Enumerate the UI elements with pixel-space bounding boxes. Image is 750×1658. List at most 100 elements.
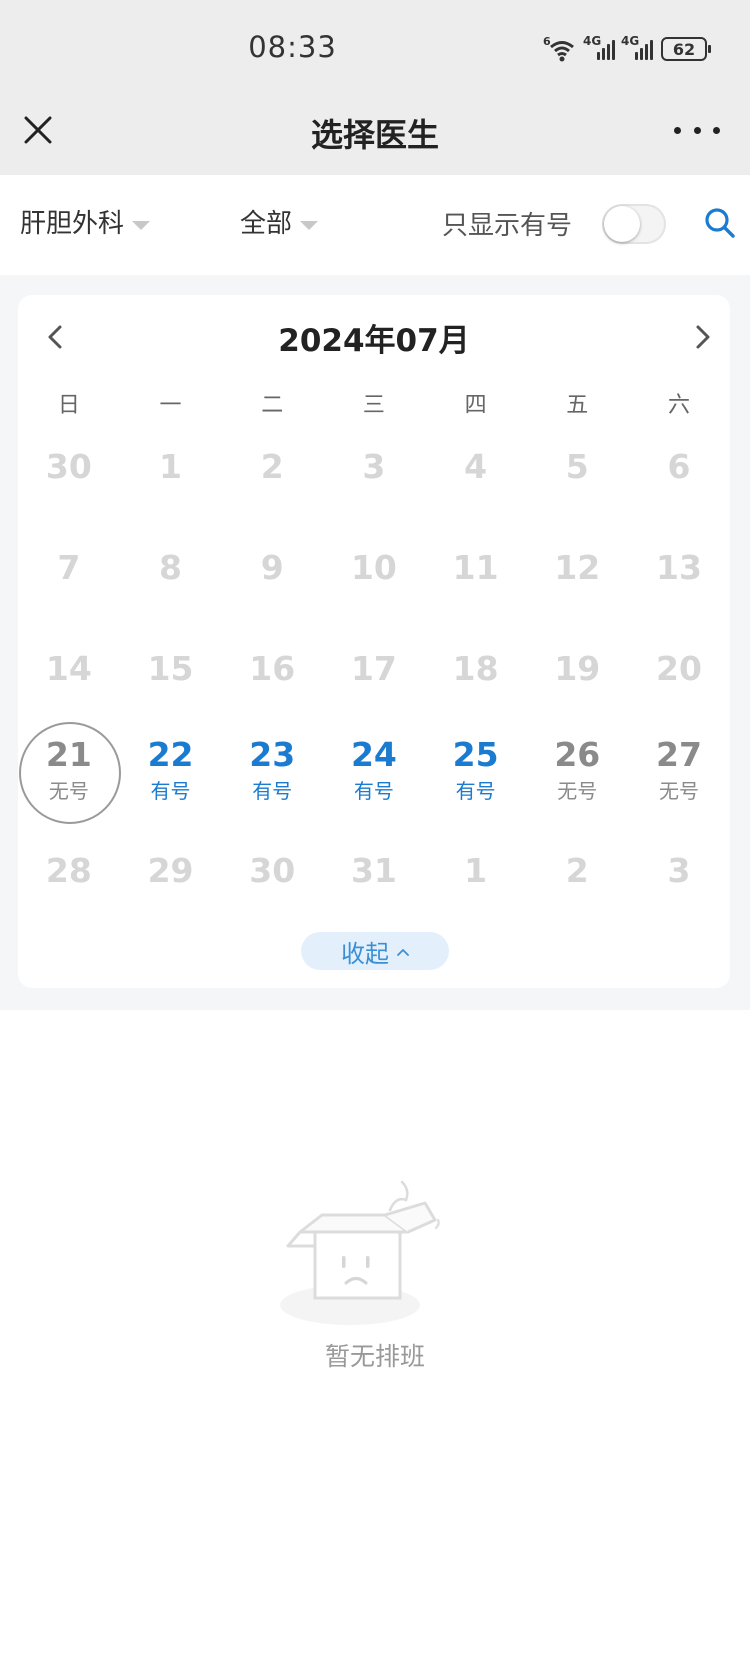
day-number: 2 bbox=[565, 851, 589, 891]
calendar-section: 2024年07月 日 一 二 三 四 五 六 30 1 2 3 4 5 6 7 … bbox=[0, 275, 750, 1010]
calendar-day: 8 bbox=[120, 518, 222, 619]
day-status: 无号 bbox=[48, 779, 89, 804]
collapse-button[interactable]: 收起 bbox=[301, 932, 449, 970]
day-number: 30 bbox=[249, 851, 296, 891]
calendar-day: 1 bbox=[425, 821, 527, 922]
day-number: 9 bbox=[260, 548, 284, 588]
day-number: 15 bbox=[147, 649, 194, 689]
calendar-day: 3 bbox=[628, 821, 730, 922]
day-number: 30 bbox=[45, 447, 92, 487]
calendar-day: 19 bbox=[526, 619, 628, 720]
calendar-day: 11 bbox=[425, 518, 527, 619]
status-time: 08:33 bbox=[248, 30, 337, 64]
weekday-sat: 六 bbox=[667, 393, 690, 418]
battery-icon: 62 bbox=[661, 37, 711, 61]
nav-bar: 选择医生 bbox=[0, 100, 750, 175]
weekday-tue: 二 bbox=[261, 393, 284, 418]
calendar-day: 15 bbox=[120, 619, 222, 720]
wifi-icon: 6 bbox=[543, 35, 574, 62]
weekday-fri: 五 bbox=[566, 393, 589, 418]
type-dropdown[interactable]: 全部 bbox=[240, 203, 319, 240]
weekday-mon: 一 bbox=[159, 393, 182, 418]
chevron-up-icon bbox=[397, 949, 409, 956]
day-number: 23 bbox=[249, 734, 296, 774]
day-number: 21 bbox=[45, 734, 92, 774]
next-month-icon[interactable] bbox=[688, 317, 718, 357]
calendar-day-available[interactable]: 23 有号 bbox=[221, 720, 323, 821]
day-number: 18 bbox=[452, 649, 499, 689]
signal-1-label: 4G bbox=[583, 34, 602, 48]
day-number: 25 bbox=[452, 734, 499, 774]
calendar-day-available[interactable]: 25 有号 bbox=[425, 720, 527, 821]
day-status: 无号 bbox=[658, 779, 699, 804]
battery-level: 62 bbox=[672, 39, 696, 59]
calendar-day: 1 bbox=[120, 417, 222, 518]
day-number: 12 bbox=[554, 548, 601, 588]
calendar-day: 2 bbox=[221, 417, 323, 518]
caret-down-icon bbox=[132, 221, 151, 230]
day-number: 26 bbox=[554, 734, 601, 774]
empty-state-text: 暂无排班 bbox=[324, 1342, 425, 1371]
day-number: 6 bbox=[667, 447, 691, 487]
calendar-day: 16 bbox=[221, 619, 323, 720]
page-title: 选择医生 bbox=[310, 116, 439, 154]
only-available-toggle[interactable] bbox=[602, 204, 666, 244]
calendar-day: 30 bbox=[221, 821, 323, 922]
day-number: 27 bbox=[656, 734, 702, 774]
calendar-day-available[interactable]: 24 有号 bbox=[323, 720, 425, 821]
calendar-day-full[interactable]: 26 无号 bbox=[526, 720, 628, 821]
day-number: 2 bbox=[260, 447, 284, 487]
toggle-knob bbox=[604, 206, 640, 242]
department-dropdown[interactable]: 肝胆外科 bbox=[20, 203, 151, 240]
day-number: 1 bbox=[159, 447, 183, 487]
calendar-day: 14 bbox=[18, 619, 120, 720]
day-number: 28 bbox=[45, 851, 92, 891]
empty-box-icon bbox=[280, 1180, 440, 1325]
search-icon[interactable] bbox=[704, 207, 736, 239]
day-number: 13 bbox=[656, 548, 702, 588]
day-status: 有号 bbox=[353, 779, 394, 804]
calendar-day: 29 bbox=[120, 821, 222, 922]
calendar-day: 5 bbox=[526, 417, 628, 518]
day-status: 有号 bbox=[150, 779, 191, 804]
calendar-day: 20 bbox=[628, 619, 730, 720]
status-bar: 08:33 6 4G 4G 62 bbox=[0, 0, 750, 100]
day-grid: 30 1 2 3 4 5 6 7 8 9 10 11 12 13 14 15 1… bbox=[18, 417, 730, 922]
more-icon[interactable] bbox=[674, 118, 720, 142]
day-number: 5 bbox=[565, 447, 589, 487]
day-status: 有号 bbox=[252, 779, 293, 804]
day-status: 有号 bbox=[455, 779, 496, 804]
collapse-label: 收起 bbox=[341, 939, 389, 968]
weekday-sun: 日 bbox=[57, 393, 80, 418]
signal-2-label: 4G bbox=[621, 34, 640, 48]
calendar-day-available[interactable]: 22 有号 bbox=[120, 720, 222, 821]
department-label: 肝胆外科 bbox=[20, 209, 125, 239]
calendar-card: 2024年07月 日 一 二 三 四 五 六 30 1 2 3 4 5 6 7 … bbox=[18, 295, 730, 988]
day-number: 24 bbox=[350, 734, 397, 774]
signal-1: 4G bbox=[583, 34, 615, 60]
weekday-thu: 四 bbox=[464, 393, 487, 418]
day-number: 14 bbox=[45, 649, 92, 689]
day-number: 11 bbox=[452, 548, 499, 588]
calendar-day: 6 bbox=[628, 417, 730, 518]
day-number: 3 bbox=[667, 851, 691, 891]
calendar-day: 2 bbox=[526, 821, 628, 922]
calendar-day: 13 bbox=[628, 518, 730, 619]
day-number: 16 bbox=[249, 649, 296, 689]
calendar-day: 30 bbox=[18, 417, 120, 518]
calendar-day-selected[interactable]: 21 无号 bbox=[18, 720, 121, 824]
calendar-day: 18 bbox=[425, 619, 527, 720]
month-title: 2024年07月 bbox=[278, 323, 470, 359]
day-number: 29 bbox=[147, 851, 194, 891]
day-number: 4 bbox=[464, 447, 488, 487]
calendar-day: 10 bbox=[323, 518, 425, 619]
day-number: 3 bbox=[362, 447, 386, 487]
type-label: 全部 bbox=[240, 209, 293, 239]
calendar-day: 17 bbox=[323, 619, 425, 720]
status-icons: 6 4G 4G 62 bbox=[543, 34, 711, 64]
calendar-day: 12 bbox=[526, 518, 628, 619]
filter-bar: 肝胆外科 全部 只显示有号 bbox=[0, 175, 750, 275]
day-number: 10 bbox=[350, 548, 397, 588]
calendar-day-full[interactable]: 27 无号 bbox=[628, 720, 730, 821]
day-number: 22 bbox=[147, 734, 194, 774]
